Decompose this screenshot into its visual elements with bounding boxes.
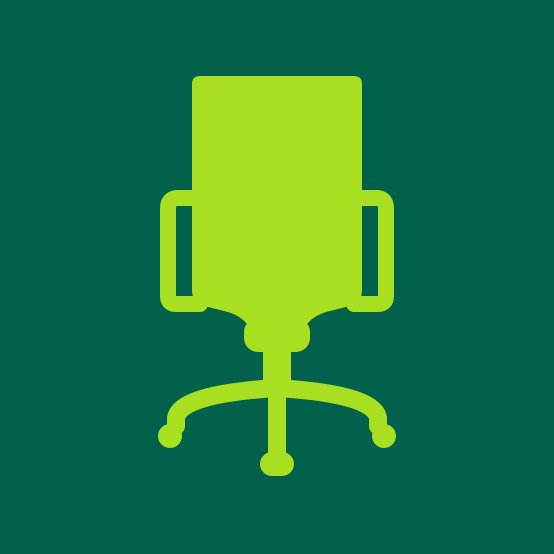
- left-caster: [158, 424, 182, 448]
- gas-lift-column: [263, 345, 291, 383]
- right-caster: [372, 424, 396, 448]
- center-caster: [260, 452, 294, 476]
- chair-center-leg: [268, 382, 286, 456]
- chair-backrest: [192, 76, 362, 330]
- app-icon-graphic: [0, 0, 554, 554]
- app-icon-tile: [0, 0, 554, 554]
